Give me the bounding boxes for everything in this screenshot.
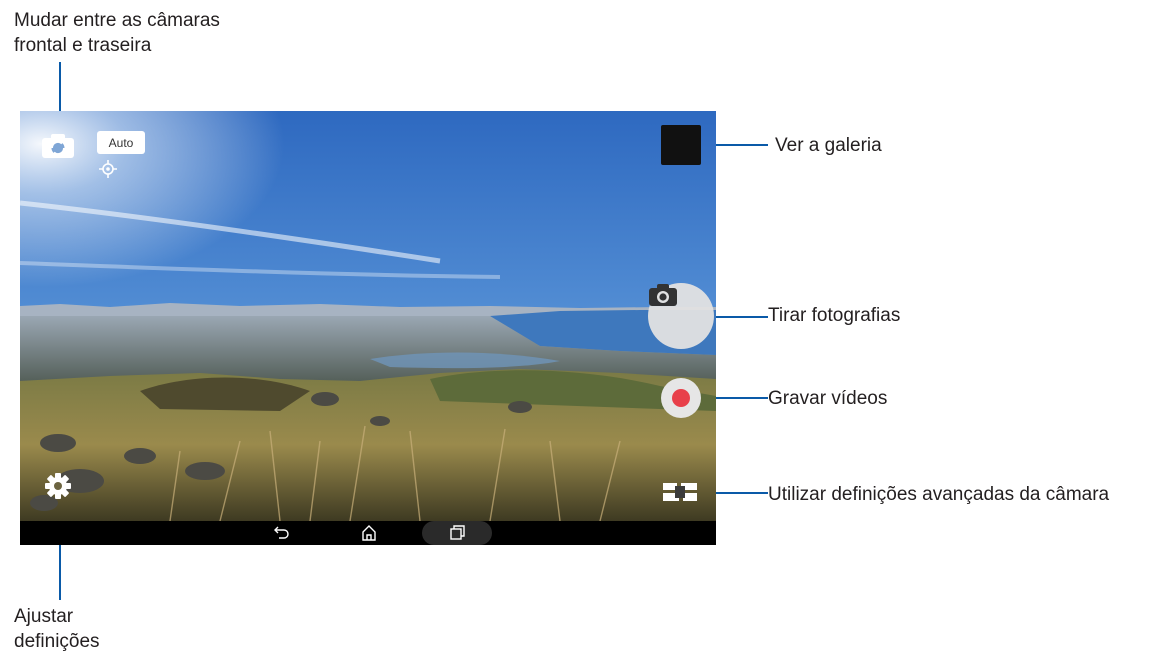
callout-gallery: Ver a galeria <box>775 135 882 156</box>
focus-target-icon <box>99 160 117 178</box>
recent-apps-icon <box>448 524 466 542</box>
callout-adjust-settings-line2: definições <box>14 631 100 652</box>
scene-mode-badge[interactable]: Auto <box>97 131 145 154</box>
switch-camera-button[interactable] <box>38 129 78 163</box>
record-video-button[interactable] <box>661 378 701 418</box>
camera-screen: Auto <box>20 111 716 545</box>
callout-record-video: Gravar vídeos <box>768 388 888 409</box>
navigation-bar <box>20 521 716 545</box>
camera-icon <box>649 284 677 306</box>
home-icon[interactable] <box>360 524 378 542</box>
gear-icon <box>45 473 71 499</box>
back-icon[interactable] <box>272 524 290 542</box>
callout-switch-camera-line2: frontal e traseira <box>14 35 152 56</box>
gallery-thumbnail-button[interactable] <box>661 125 701 165</box>
callout-switch-camera: Mudar entre as câmaras frontal e traseir… <box>14 8 220 58</box>
advanced-settings-icon <box>663 483 697 501</box>
landscape-preview <box>20 111 716 521</box>
settings-button[interactable] <box>43 471 73 501</box>
callout-adjust-settings: Ajustar definições <box>14 604 100 654</box>
camera-switch-icon <box>42 134 74 158</box>
callout-advanced-settings: Utilizar definições avançadas da câmara <box>768 484 1110 505</box>
recent-apps-button[interactable] <box>422 521 492 545</box>
leader-take-photo <box>708 316 768 318</box>
record-icon <box>672 389 690 407</box>
advanced-settings-button[interactable] <box>663 482 699 502</box>
callout-adjust-settings-line1: Ajustar <box>14 606 74 627</box>
camera-viewfinder[interactable]: Auto <box>20 111 716 521</box>
callout-take-photo: Tirar fotografias <box>768 305 901 326</box>
shutter-button[interactable] <box>648 283 714 349</box>
callout-switch-camera-line1: Mudar entre as câmaras <box>14 10 220 31</box>
